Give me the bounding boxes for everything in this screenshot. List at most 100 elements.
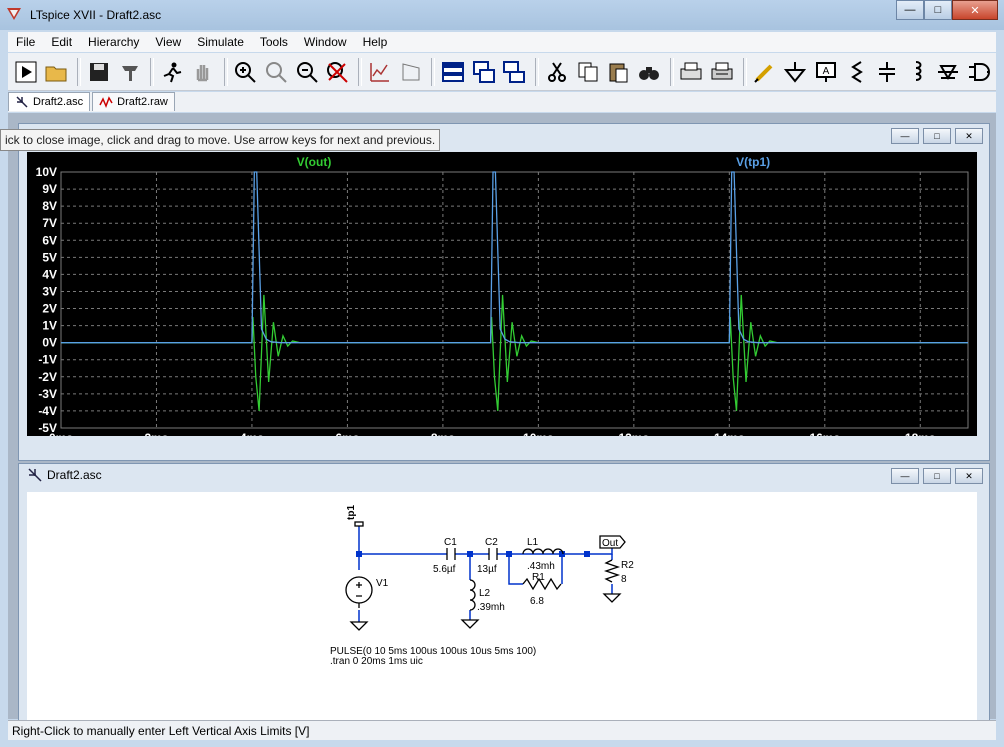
tile-vertical-button[interactable] (439, 58, 467, 86)
find-button[interactable] (635, 58, 663, 86)
autorange-icon (370, 62, 389, 82)
ground-button[interactable] (782, 58, 810, 86)
plot-window: — □ ✕ 0ms2ms4ms6ms8ms10ms12ms14ms16ms18m… (18, 123, 990, 461)
plot-settings-button[interactable] (397, 58, 425, 86)
x-tick-label: 10ms (523, 431, 554, 436)
diode-button[interactable] (935, 58, 963, 86)
pan-icon (196, 64, 209, 81)
plot-close-button[interactable]: ✕ (955, 128, 983, 144)
schematic-canvas[interactable]: tp1 V1 C1 5.6µf C2 13µf L1 .43mh R1 6.8 … (27, 492, 977, 720)
c2-value: 13µf (477, 564, 497, 575)
cascade-button[interactable] (501, 58, 529, 86)
draw-wire-button[interactable] (751, 58, 779, 86)
zoom-in-button[interactable] (232, 58, 260, 86)
component-button[interactable] (965, 58, 993, 86)
schematic-window-titlebar[interactable]: Draft2.asc — □ ✕ (19, 464, 989, 486)
menu-edit[interactable]: Edit (43, 35, 80, 49)
print-button[interactable] (678, 58, 706, 86)
schematic-icon (16, 96, 28, 108)
menu-help[interactable]: Help (355, 35, 396, 49)
resistor-button[interactable] (843, 58, 871, 86)
menu-window[interactable]: Window (296, 35, 355, 49)
label-net-icon: A (815, 61, 836, 82)
run-sim-button[interactable] (158, 58, 186, 86)
r2-value: 8 (621, 574, 627, 585)
copy-button[interactable] (574, 58, 602, 86)
y-tick-label: 10V (36, 165, 57, 179)
l1-value: .43mh (527, 561, 555, 572)
run-button[interactable] (12, 58, 40, 86)
plot-maximize-button[interactable]: □ (923, 128, 951, 144)
plot-minimize-button[interactable]: — (891, 128, 919, 144)
toolbar: A (8, 53, 996, 91)
open-button[interactable] (43, 58, 71, 86)
tab-label: Draft2.asc (33, 96, 84, 108)
print-setup-icon (711, 62, 733, 79)
window-title: LTspice XVII - Draft2.asc (30, 8, 162, 22)
resistor-icon (850, 60, 863, 83)
x-tick-label: 6ms (335, 431, 359, 436)
inductor-button[interactable] (904, 58, 932, 86)
capacitor-button[interactable] (873, 58, 901, 86)
zoom-area-icon (266, 61, 287, 83)
tile-horizontal-button[interactable] (470, 58, 498, 86)
label-net-button[interactable]: A (812, 58, 840, 86)
schematic-minimize-button[interactable]: — (891, 468, 919, 484)
document-tabs: Draft2.asc Draft2.raw (8, 92, 996, 112)
find-icon (638, 66, 659, 80)
x-tick-label: 14ms (714, 431, 745, 436)
y-tick-label: 9V (42, 182, 57, 196)
y-tick-label: -4V (38, 404, 57, 418)
title-bar[interactable]: LTspice XVII - Draft2.asc — □ ✕ (0, 0, 1004, 30)
ltspice-logo-icon (7, 8, 21, 20)
menu-tools[interactable]: Tools (252, 35, 296, 49)
ground-icon (784, 61, 807, 83)
component-icon (969, 62, 990, 81)
minimize-button[interactable]: — (896, 0, 924, 20)
y-tick-label: 5V (42, 250, 57, 264)
cut-icon (548, 61, 566, 82)
x-tick-label: 2ms (144, 431, 168, 436)
waveform-chart[interactable]: 0ms2ms4ms6ms8ms10ms12ms14ms16ms18ms10V9V… (27, 152, 977, 445)
menu-view[interactable]: View (147, 35, 189, 49)
paste-icon (609, 63, 628, 82)
paste-button[interactable] (604, 58, 632, 86)
l1-name: L1 (527, 537, 539, 548)
zoom-out-button[interactable] (293, 58, 321, 86)
schematic-maximize-button[interactable]: □ (923, 468, 951, 484)
y-tick-label: -5V (38, 421, 57, 435)
cut-button[interactable] (543, 58, 571, 86)
autorange-button[interactable] (366, 58, 394, 86)
diode-icon (938, 64, 959, 80)
schematic-drawing[interactable]: tp1 V1 C1 5.6µf C2 13µf L1 .43mh R1 6.8 … (27, 492, 977, 720)
pan-button[interactable] (189, 58, 217, 86)
tab-draft2-raw[interactable]: Draft2.raw (92, 92, 175, 111)
y-tick-label: 6V (42, 233, 57, 247)
waveform-plot[interactable]: 0ms2ms4ms6ms8ms10ms12ms14ms16ms18ms10V9V… (27, 152, 977, 445)
c2-name: C2 (485, 537, 498, 548)
r1-name: R1 (532, 572, 545, 583)
zoom-fit-button[interactable] (324, 58, 352, 86)
net-label-tp1: tp1 (346, 505, 357, 520)
y-tick-label: 2V (42, 302, 57, 316)
maximize-button[interactable]: □ (924, 0, 952, 20)
save-button[interactable] (85, 58, 113, 86)
control-panel-button[interactable] (116, 58, 144, 86)
tab-draft2-asc[interactable]: Draft2.asc (8, 92, 91, 111)
menu-file[interactable]: File (8, 35, 43, 49)
series-legend-label: V(out) (297, 155, 332, 169)
l2-value: .39mh (477, 602, 505, 613)
y-tick-label: 1V (42, 319, 57, 333)
y-tick-label: 0V (42, 336, 57, 350)
menu-hierarchy[interactable]: Hierarchy (80, 35, 147, 49)
schematic-close-button[interactable]: ✕ (955, 468, 983, 484)
close-button[interactable]: ✕ (952, 0, 998, 20)
y-tick-label: -2V (38, 370, 57, 384)
plot-settings-icon (402, 62, 420, 80)
zoom-area-button[interactable] (262, 58, 290, 86)
capacitor-icon (879, 61, 896, 82)
y-tick-label: 3V (42, 284, 57, 298)
print-setup-button[interactable] (708, 58, 736, 86)
v1-label: V1 (376, 578, 389, 589)
menu-simulate[interactable]: Simulate (189, 35, 252, 49)
